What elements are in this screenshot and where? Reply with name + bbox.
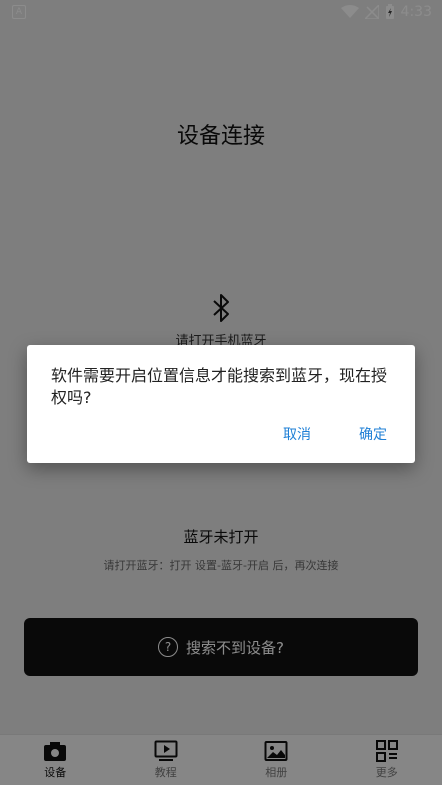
dialog-message: 软件需要开启位置信息才能搜索到蓝牙，现在授权吗? <box>51 366 388 407</box>
confirm-button[interactable]: 确定 <box>359 424 387 444</box>
location-permission-dialog: 软件需要开启位置信息才能搜索到蓝牙，现在授权吗? 取消 确定 <box>27 345 415 463</box>
cancel-button[interactable]: 取消 <box>283 424 311 444</box>
